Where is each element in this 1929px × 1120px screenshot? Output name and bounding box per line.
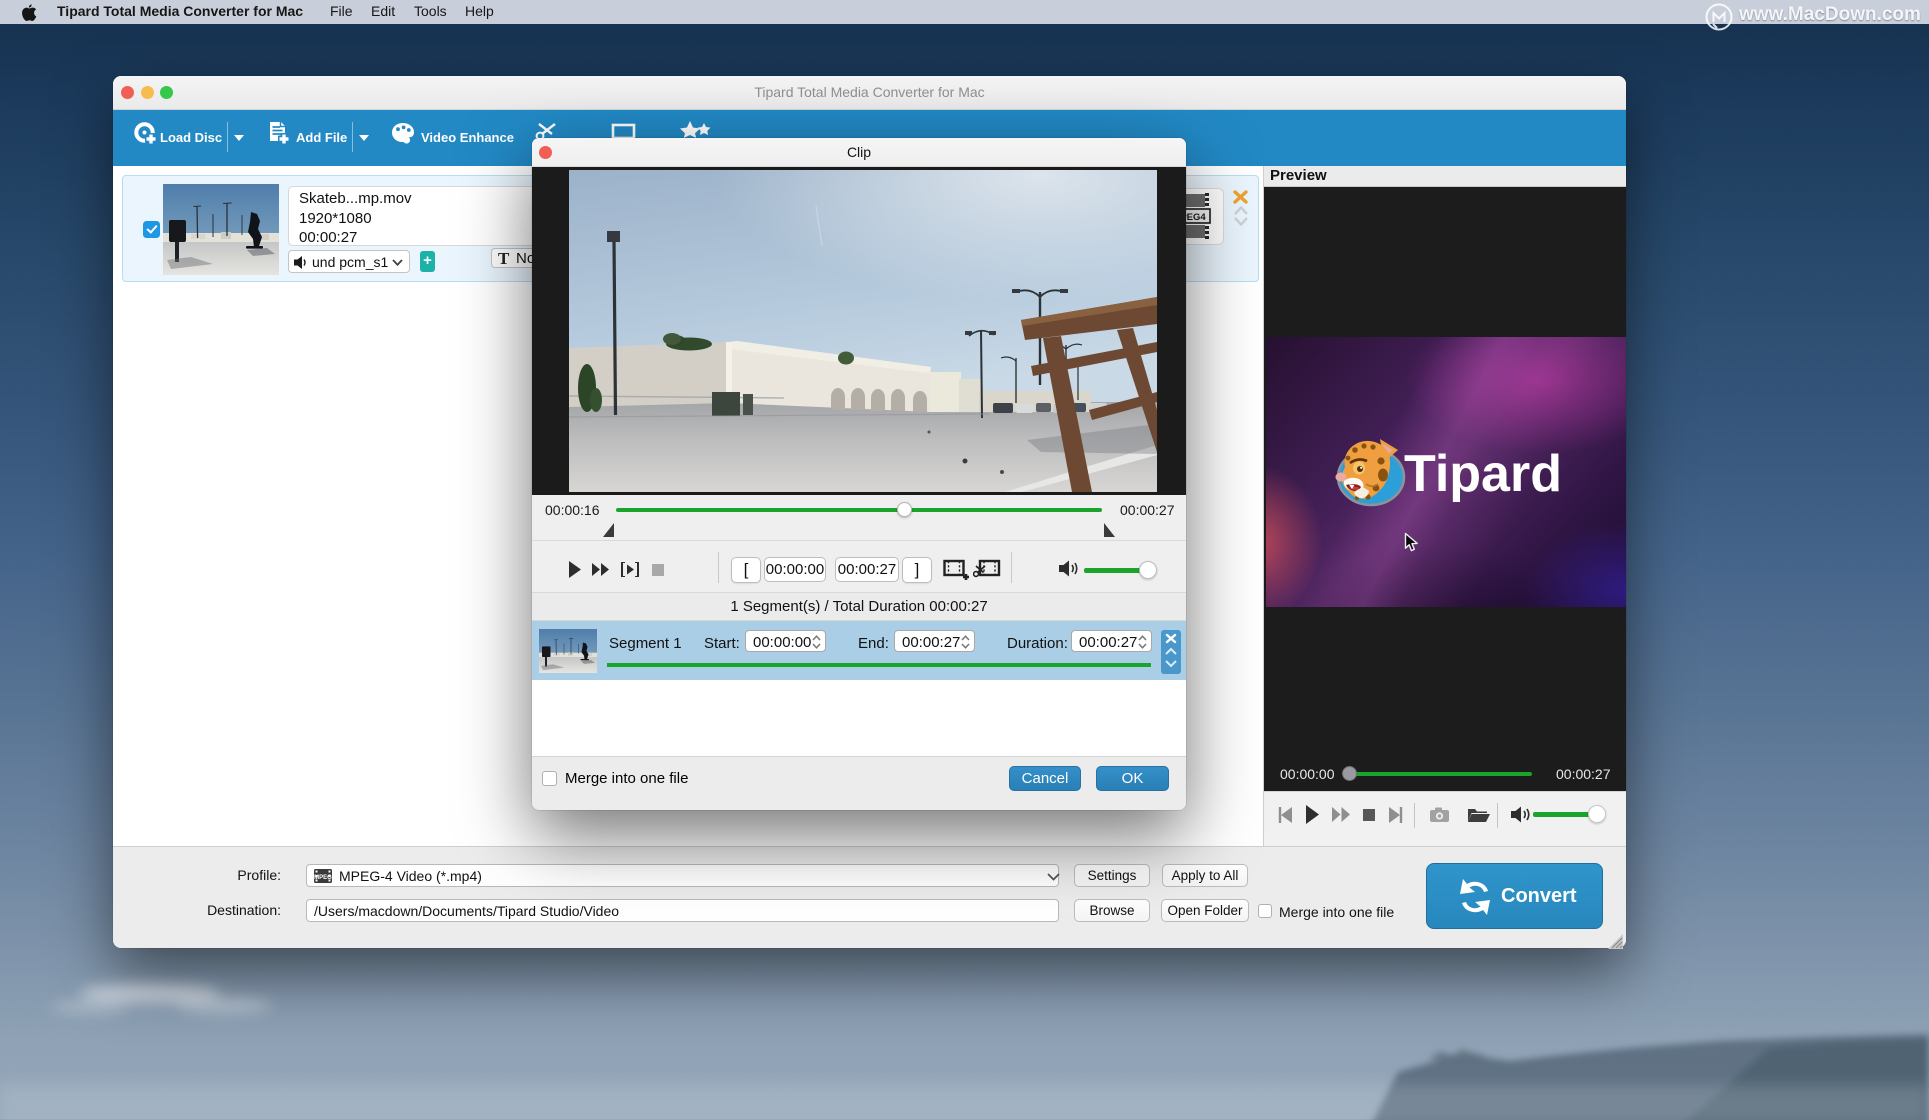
svg-text:MPEG: MPEG <box>314 875 332 881</box>
